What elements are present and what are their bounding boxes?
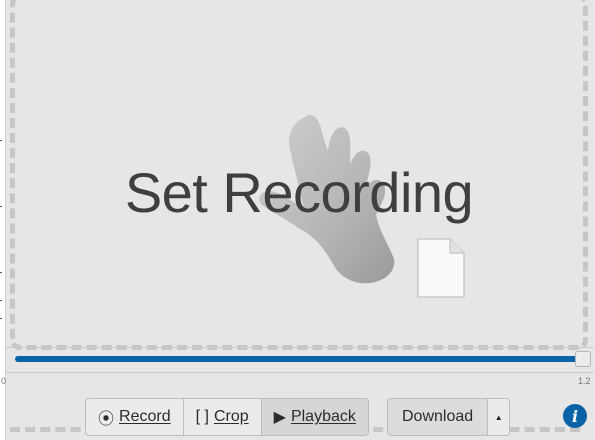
- timeline-progress-bar: [15, 356, 581, 362]
- edge-mark: [0, 206, 2, 207]
- recording-drop-zone[interactable]: Set Recording: [10, 0, 588, 350]
- crop-button[interactable]: [ ] Crop: [183, 398, 262, 436]
- download-button-label: Download: [402, 408, 474, 425]
- download-button[interactable]: Download: [387, 398, 489, 436]
- playback-button[interactable]: ▶ Playback: [261, 398, 369, 436]
- caret-up-icon: ▲: [494, 412, 503, 422]
- mode-toolbar: ⦿ Record [ ] Crop ▶ Playback: [85, 398, 369, 438]
- crop-button-label: Crop: [213, 408, 249, 425]
- info-icon-glyph: i: [571, 406, 579, 426]
- info-icon[interactable]: i: [563, 404, 587, 428]
- edge-mark: [0, 272, 2, 273]
- timeline-slider[interactable]: [5, 347, 593, 373]
- timeline-end-label: 1.2: [578, 376, 591, 386]
- timeline-handle[interactable]: [575, 351, 591, 367]
- set-recording-title: Set Recording: [124, 161, 474, 224]
- record-button[interactable]: ⦿ Record: [85, 398, 184, 436]
- page-edge: [0, 0, 6, 440]
- play-icon: ▶: [273, 409, 286, 426]
- crop-icon: [ ]: [195, 408, 209, 425]
- edge-mark: [0, 300, 2, 301]
- file-icon: [417, 238, 465, 298]
- download-menu-button[interactable]: ▲: [488, 398, 511, 436]
- timeline-start-label: 0: [1, 376, 7, 386]
- playback-button-label: Playback: [290, 408, 356, 425]
- download-button-group: Download ▲: [387, 398, 511, 438]
- record-circle-icon: ⦿: [98, 411, 115, 428]
- edge-mark: [0, 318, 2, 319]
- edge-mark: [0, 140, 2, 141]
- record-button-label: Record: [119, 408, 171, 425]
